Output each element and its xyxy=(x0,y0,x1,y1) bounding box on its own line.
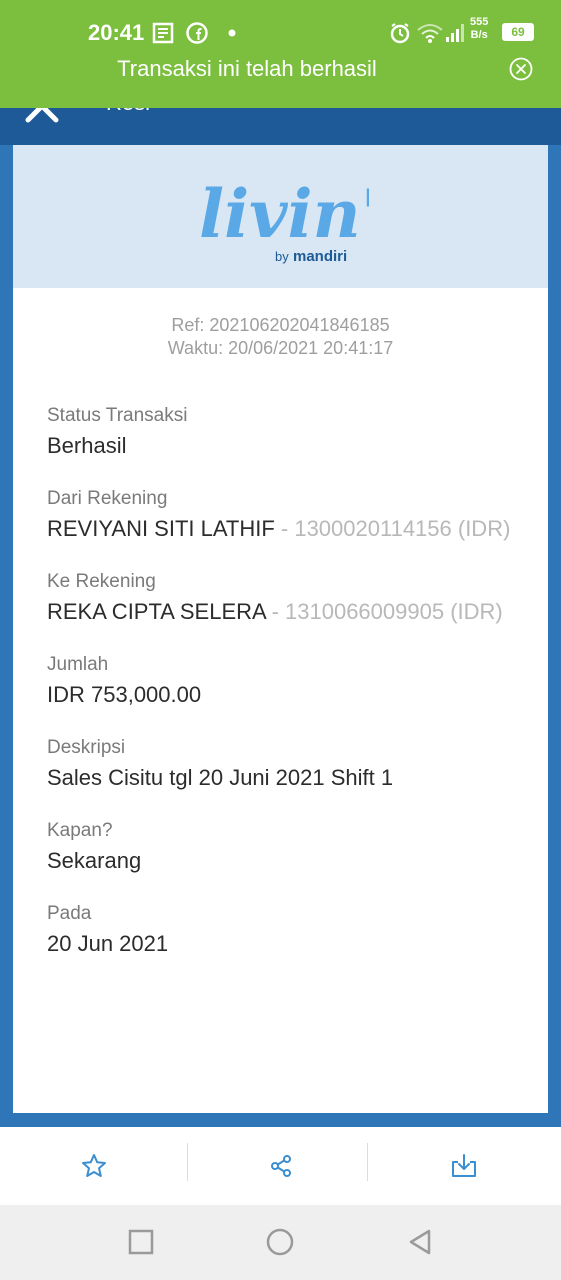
download-icon xyxy=(451,1154,476,1177)
facebook-icon xyxy=(186,22,208,44)
network-speed: 555 B/s xyxy=(470,16,489,41)
status-time: 20:41 xyxy=(88,20,145,45)
reference-info: Ref: 202106202041846185 Waktu: 20/06/202… xyxy=(13,314,548,360)
system-nav-bar xyxy=(0,1205,561,1280)
reference-number: Ref: 202106202041846185 xyxy=(171,315,390,335)
recent-apps-icon[interactable] xyxy=(126,1227,156,1257)
field-value: IDR 753,000.00 xyxy=(47,682,202,707)
battery-indicator: 69 xyxy=(502,23,534,41)
home-icon[interactable] xyxy=(265,1227,295,1257)
success-toast: 20:41 555 B/s 69 Transaksi ini telah ber… xyxy=(0,0,561,108)
field-value: Sekarang xyxy=(47,848,142,873)
field-date: Pada 20 Jun 2021 xyxy=(47,902,548,960)
field-to-account: Ke Rekening REKA CIPTA SELERA - 13100660… xyxy=(47,570,548,628)
livin-logo: livin' by mandiri xyxy=(13,145,548,288)
field-description: Deskripsi Sales Cisitu tgl 20 Juni 2021 … xyxy=(47,736,548,794)
share-button[interactable] xyxy=(187,1127,374,1205)
field-label: Deskripsi xyxy=(47,737,126,758)
field-value: Berhasil xyxy=(47,433,127,458)
field-amount: Jumlah IDR 753,000.00 xyxy=(47,653,548,711)
notification-dot-icon xyxy=(228,29,236,37)
favorite-button[interactable] xyxy=(0,1127,187,1205)
field-when: Kapan? Sekarang xyxy=(47,819,548,877)
account-number: - 1300020114156 (IDR) xyxy=(274,516,511,541)
field-label: Dari Rekening xyxy=(47,488,168,509)
account-number: - 1310066009905 (IDR) xyxy=(265,599,503,624)
field-label: Pada xyxy=(47,903,92,924)
wifi-icon xyxy=(417,24,443,43)
news-icon xyxy=(152,22,174,44)
signal-icon xyxy=(446,24,464,42)
toast-message: Transaksi ini telah berhasil xyxy=(117,56,377,81)
alarm-icon xyxy=(390,23,410,44)
svg-text:mandiri: mandiri xyxy=(293,248,347,265)
receipt-card: livin' by mandiri Ref: 20210620204184618… xyxy=(13,145,548,1113)
toast-close-icon[interactable] xyxy=(509,57,533,81)
receipt-fields: Status Transaksi Berhasil Dari Rekening … xyxy=(13,360,548,960)
field-label: Status Transaksi xyxy=(47,405,188,426)
field-label: Jumlah xyxy=(47,654,109,675)
field-value: REVIYANI SITI LATHIF - 1300020114156 (ID… xyxy=(47,513,517,545)
field-from-account: Dari Rekening REVIYANI SITI LATHIF - 130… xyxy=(47,487,548,545)
livin-mandiri-logo: livin' by mandiri xyxy=(199,175,369,265)
star-icon xyxy=(81,1154,106,1177)
svg-text:livin': livin' xyxy=(199,175,369,253)
back-icon[interactable] xyxy=(405,1227,435,1257)
transaction-time: Waktu: 20/06/2021 20:41:17 xyxy=(167,338,394,358)
field-value: 20 Jun 2021 xyxy=(47,931,169,956)
divider xyxy=(367,1143,368,1181)
field-label: Kapan? xyxy=(47,820,113,841)
account-name: REVIYANI SITI LATHIF xyxy=(47,516,275,541)
download-button[interactable] xyxy=(370,1127,557,1205)
field-label: Ke Rekening xyxy=(47,571,156,592)
field-status: Status Transaksi Berhasil xyxy=(47,404,548,462)
field-value: REKA CIPTA SELERA - 1310066009905 (IDR) xyxy=(47,596,517,628)
status-bar: 20:41 555 B/s 69 xyxy=(0,14,561,50)
share-icon xyxy=(270,1155,291,1177)
svg-text:by: by xyxy=(275,249,289,264)
field-value: Sales Cisitu tgl 20 Juni 2021 Shift 1 xyxy=(47,765,394,790)
account-name: REKA CIPTA SELERA xyxy=(47,599,266,624)
receipt-actions xyxy=(0,1127,561,1205)
